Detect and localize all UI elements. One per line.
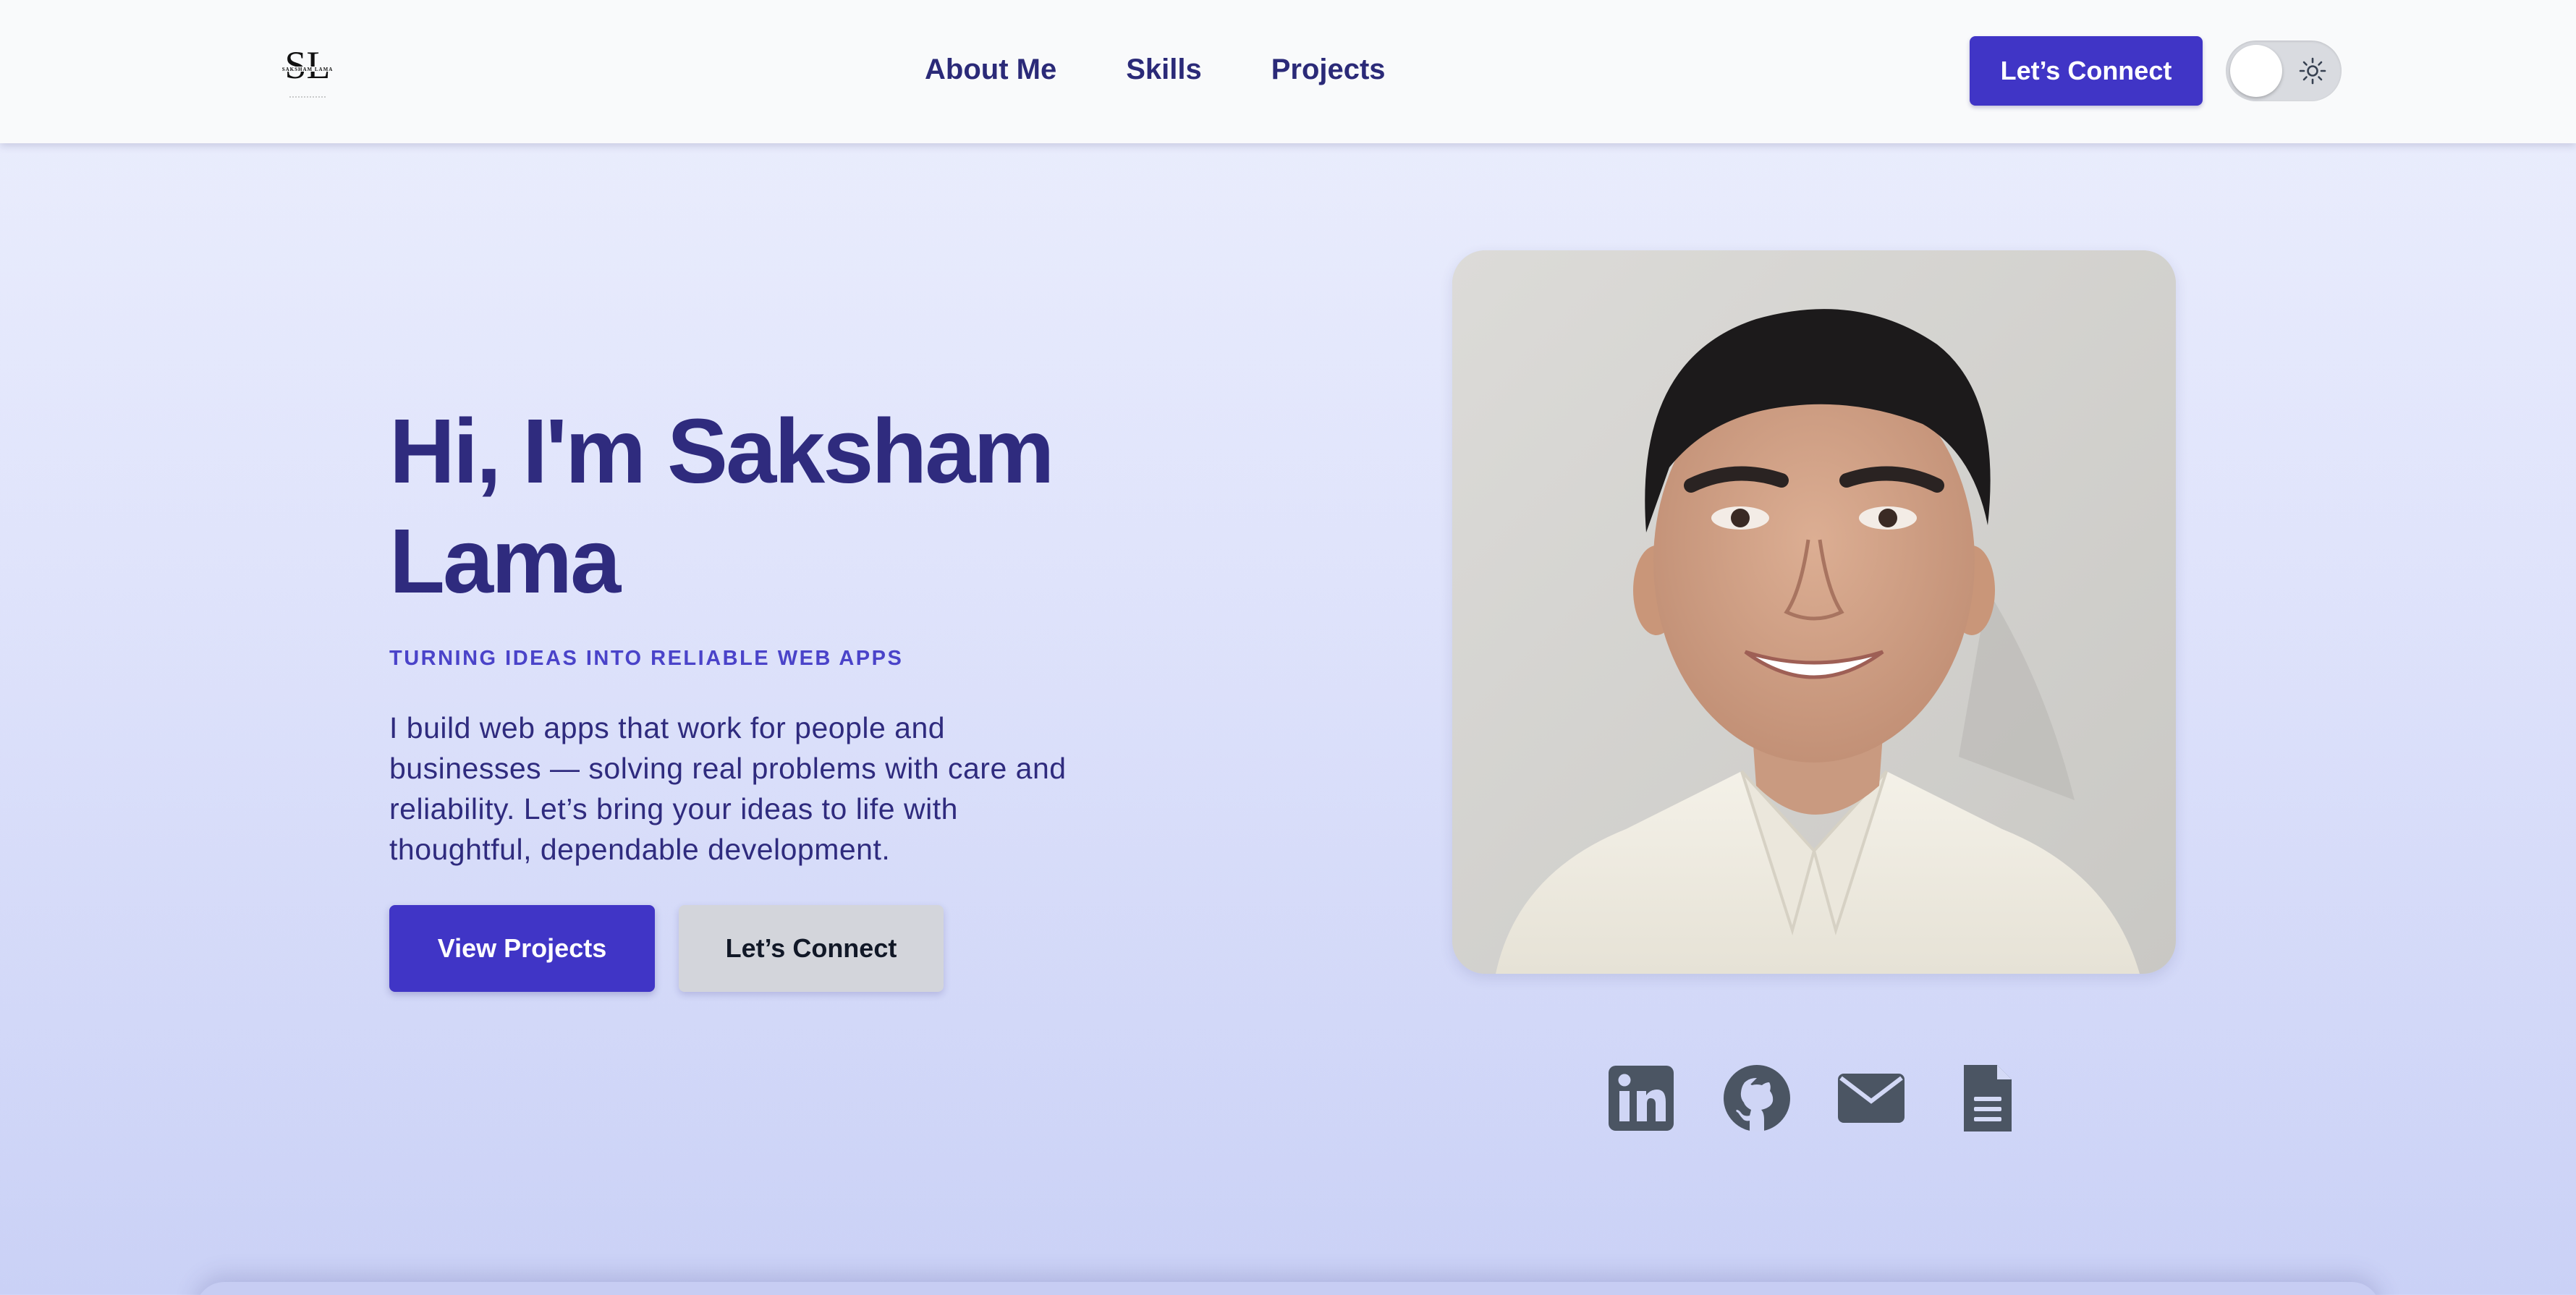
hero-description: I build web apps that work for people an… (389, 711, 1067, 866)
github-icon[interactable] (1721, 1062, 1793, 1134)
email-icon[interactable] (1835, 1062, 1907, 1134)
main-nav: About Me Skills Projects (925, 49, 1386, 90)
sun-icon (2298, 56, 2327, 85)
nav-about-me[interactable]: About Me (925, 54, 1056, 86)
svg-text:SAKSHAM LAMA: SAKSHAM LAMA (282, 67, 334, 72)
theme-toggle[interactable] (2226, 41, 2342, 101)
document-icon[interactable] (1951, 1062, 2023, 1134)
logo[interactable]: SL SAKSHAM LAMA (268, 41, 347, 106)
navbar: SL SAKSHAM LAMA About Me Skills Projects… (0, 0, 2576, 143)
linkedin-icon[interactable] (1605, 1062, 1677, 1134)
nav-projects[interactable]: Projects (1271, 54, 1386, 86)
nav-skills[interactable]: Skills (1126, 54, 1202, 86)
svg-text:SL: SL (284, 43, 330, 87)
profile-photo (1452, 250, 2176, 974)
header-connect-button[interactable]: Let’s Connect (1970, 36, 2203, 106)
hero-connect-button[interactable]: Let’s Connect (679, 905, 944, 992)
next-section-edge (195, 1282, 2381, 1295)
hero-tagline: TURNING IDEAS INTO RELIABLE WEB APPS (389, 647, 904, 670)
hero-title: Hi, I'm Saksham Lama (389, 400, 1054, 612)
toggle-knob (2230, 45, 2282, 97)
view-projects-button[interactable]: View Projects (389, 905, 655, 992)
logo-monogram: SL SAKSHAM LAMA (275, 43, 340, 98)
